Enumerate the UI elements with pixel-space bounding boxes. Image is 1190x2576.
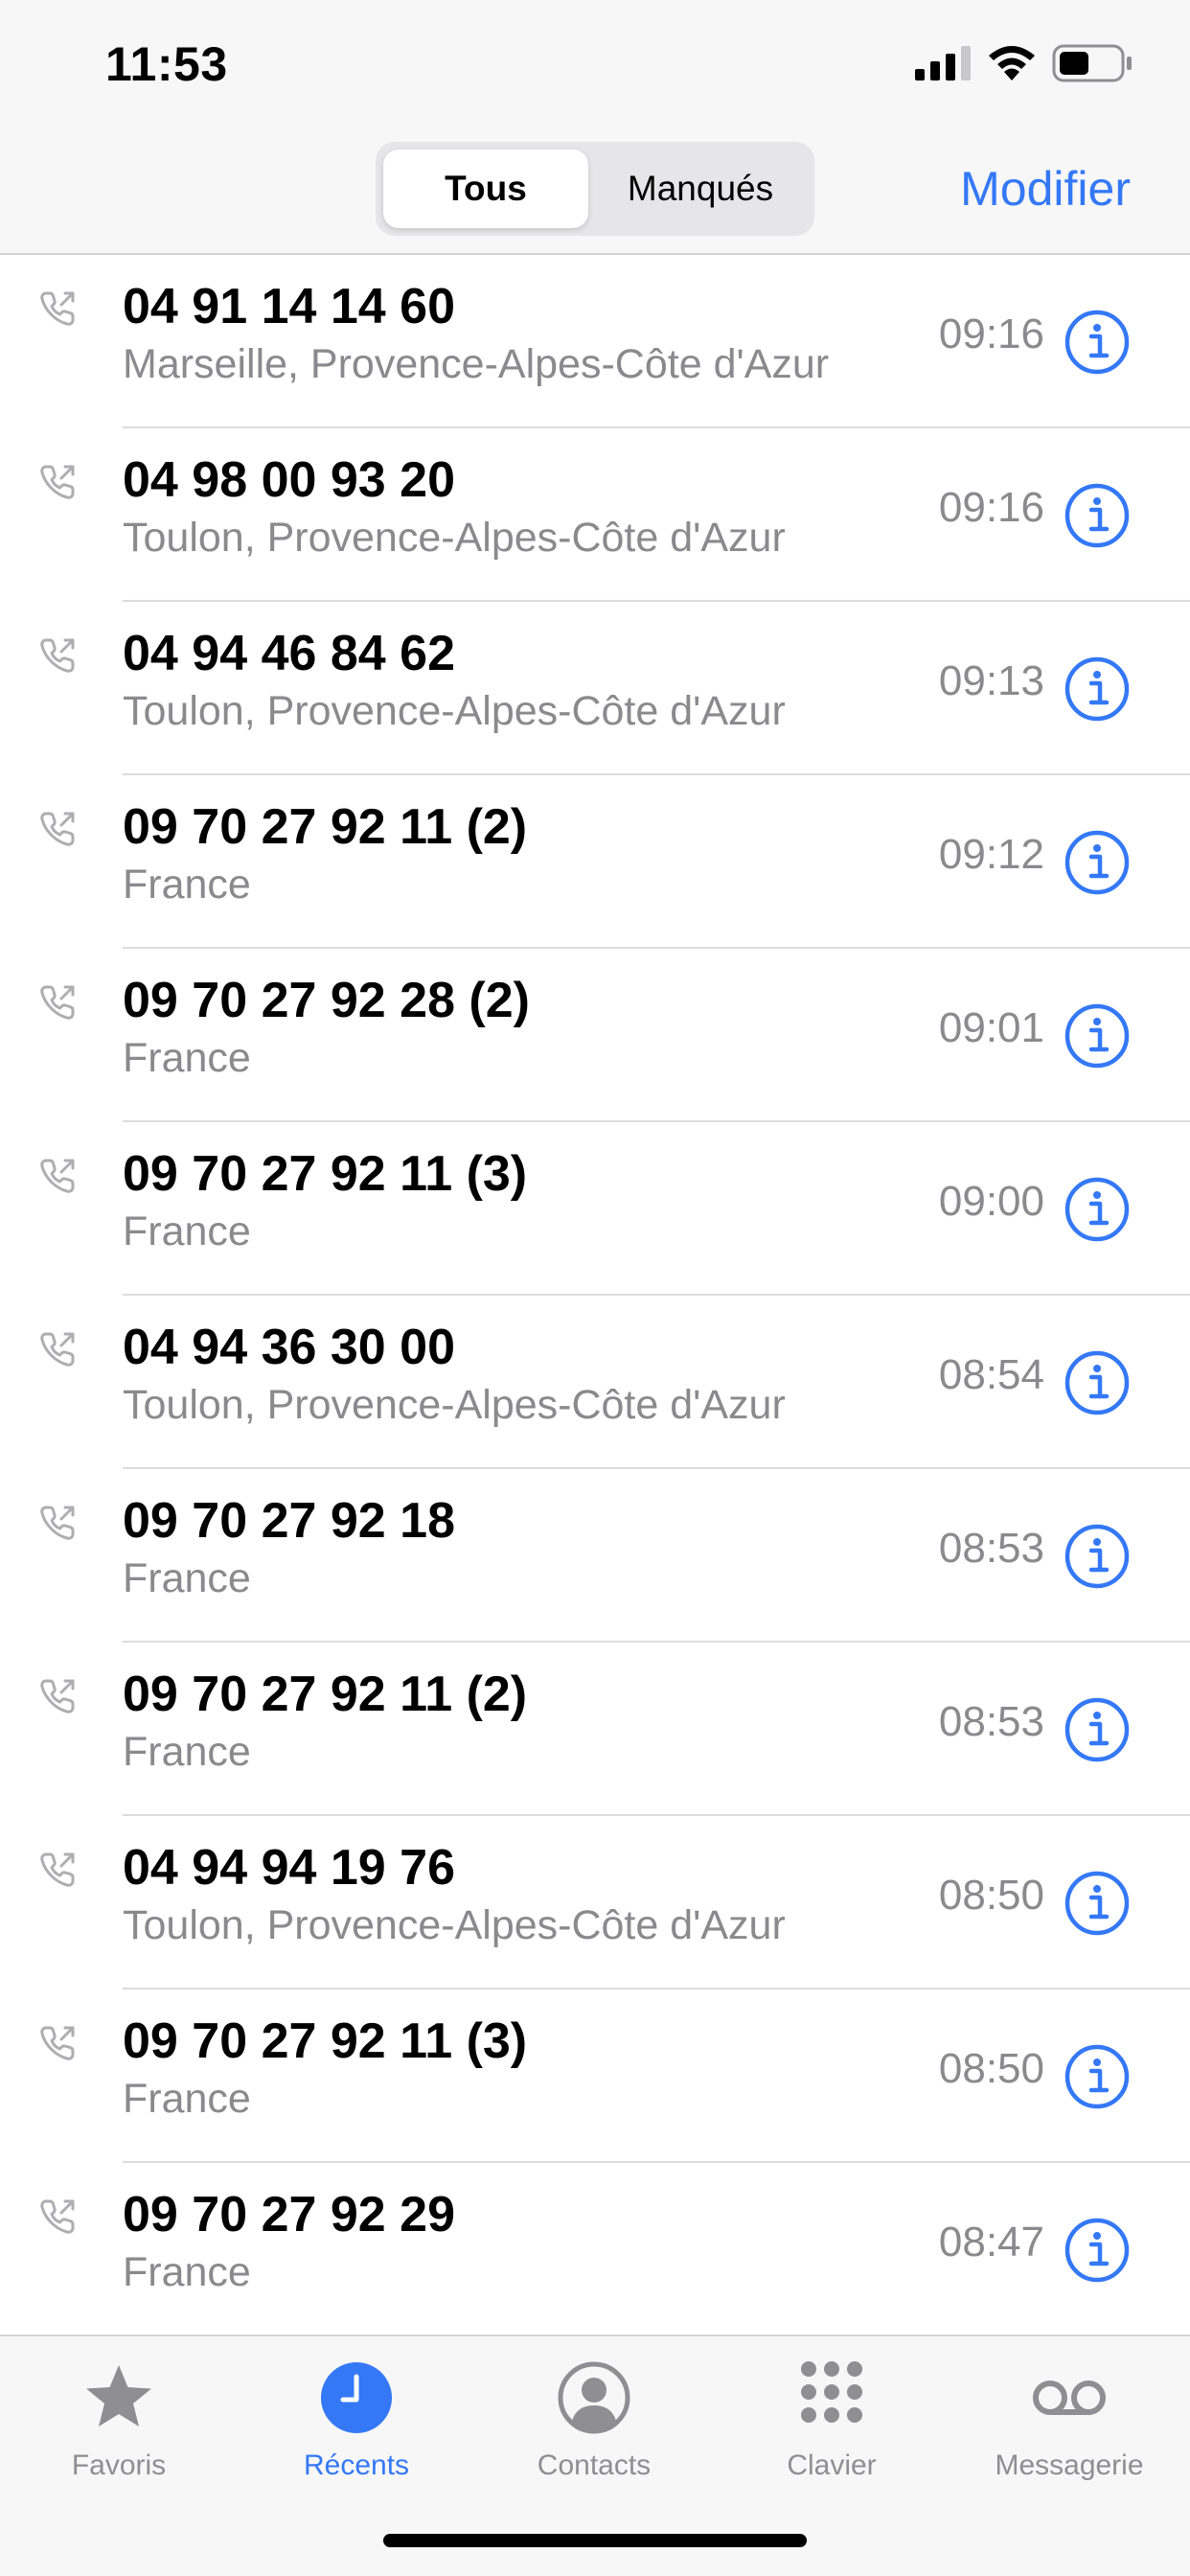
caller-location: France [123,1555,251,1601]
caller-number: 04 94 94 19 76 [123,1840,455,1896]
caller-number: 09 70 27 92 11 (3) [123,1146,528,1202]
info-icon[interactable] [1064,1349,1131,1416]
call-row[interactable]: 09 70 27 92 18 France 08:53 [0,1469,1190,1643]
person-circle-icon [558,2361,630,2434]
recent-calls-list: 04 91 14 14 60 Marseille, Provence-Alpes… [0,255,1190,2333]
outgoing-call-icon [40,985,75,1020]
outgoing-call-icon [40,1332,75,1367]
info-icon[interactable] [1064,2217,1131,2284]
call-row[interactable]: 09 70 27 92 11 (3) France 08:50 [0,1990,1190,2163]
outgoing-call-icon [40,1679,75,1714]
caller-number: 09 70 27 92 11 (2) [123,799,528,855]
info-icon[interactable] [1064,829,1131,896]
outgoing-call-icon [40,1852,75,1887]
caller-number: 09 70 27 92 18 [123,1493,455,1549]
caller-location: Marseille, Provence-Alpes-Côte d'Azur [123,341,830,387]
calls-filter-segmented-control: Tous Manqués [376,142,814,236]
caller-location: France [123,2076,251,2122]
caller-location: France [123,1035,251,1081]
caller-number: 04 98 00 93 20 [123,452,455,508]
outgoing-call-icon [40,1159,75,1193]
call-row[interactable]: 09 70 27 92 11 (2) France 09:12 [0,775,1190,949]
outgoing-call-icon [40,638,75,673]
caller-number: 09 70 27 92 29 [123,2187,455,2242]
tab-keypad[interactable]: Clavier [713,2350,950,2503]
caller-number: 04 94 36 30 00 [123,1320,455,1375]
tab-voicemail[interactable]: Messagerie [950,2350,1188,2503]
call-time: 09:00 [938,1178,1044,1225]
caller-number: 09 70 27 92 11 (2) [123,1667,528,1722]
tab-label: Favoris [71,2450,167,2481]
info-icon[interactable] [1064,1523,1131,1590]
info-icon[interactable] [1064,1870,1131,1937]
tab-recents[interactable]: Récents [238,2350,475,2503]
segment-missed[interactable]: Manqués [594,150,807,228]
caller-location: France [123,862,251,908]
call-time: 09:16 [938,310,1044,357]
caller-location: Toulon, Provence-Alpes-Côte d'Azur [123,688,786,734]
call-row[interactable]: 09 70 27 92 11 (2) France 08:53 [0,1643,1190,1816]
cellular-signal-icon [915,46,971,80]
caller-number: 04 94 46 84 62 [123,626,455,681]
call-row[interactable]: 09 70 27 92 11 (3) France 09:00 [0,1122,1190,1296]
call-time: 09:13 [938,657,1044,704]
caller-location: France [123,2249,251,2295]
call-row[interactable]: 04 94 94 19 76 Toulon, Provence-Alpes-Cô… [0,1816,1190,1990]
top-bar: 11:53 Tous Manqués Modifier [0,0,1190,255]
info-icon[interactable] [1064,482,1131,549]
tab-favorites[interactable]: Favoris [0,2350,238,2503]
tab-label: Récents [303,2450,410,2481]
caller-location: Toulon, Provence-Alpes-Côte d'Azur [123,1902,786,1948]
call-time: 08:50 [938,2045,1044,2092]
outgoing-call-icon [40,812,75,846]
caller-location: France [123,1729,251,1775]
call-row[interactable]: 04 94 36 30 00 Toulon, Provence-Alpes-Cô… [0,1296,1190,1469]
call-time: 08:53 [938,1525,1044,1572]
outgoing-call-icon [40,1506,75,1540]
outgoing-call-icon [40,465,75,499]
call-time: 09:01 [938,1004,1044,1051]
clock-icon [321,2362,392,2433]
call-time: 08:54 [938,1351,1044,1398]
status-time: 11:53 [105,37,228,91]
info-icon[interactable] [1064,1696,1131,1763]
caller-number: 09 70 27 92 11 (3) [123,2013,528,2069]
tab-label: Clavier [787,2450,877,2481]
tab-contacts[interactable]: Contacts [475,2350,713,2503]
edit-button[interactable]: Modifier [960,161,1131,217]
call-row[interactable]: 09 70 27 92 29 France 08:47 [0,2163,1190,2333]
caller-number: 09 70 27 92 28 (2) [123,973,530,1028]
battery-icon [1052,44,1132,82]
caller-number: 04 91 14 14 60 [123,279,455,334]
call-time: 08:53 [938,1698,1044,1745]
star-icon [86,2365,151,2426]
tab-label: Messagerie [995,2450,1144,2481]
info-icon[interactable] [1064,1176,1131,1243]
caller-location: Toulon, Provence-Alpes-Côte d'Azur [123,515,786,561]
call-time: 09:16 [938,484,1044,531]
tab-label: Contacts [537,2450,652,2481]
outgoing-call-icon [40,2199,75,2234]
info-icon[interactable] [1064,309,1131,376]
outgoing-call-icon [40,2026,75,2060]
info-icon[interactable] [1064,1002,1131,1070]
call-row[interactable]: 09 70 27 92 28 (2) France 09:01 [0,949,1190,1122]
call-time: 09:12 [938,831,1044,878]
home-indicator [383,2534,807,2547]
call-row[interactable]: 04 94 46 84 62 Toulon, Provence-Alpes-Cô… [0,602,1190,775]
segment-all[interactable]: Tous [383,150,588,228]
outgoing-call-icon [40,291,75,326]
info-icon[interactable] [1064,656,1131,723]
voicemail-icon [1033,2380,1106,2415]
caller-location: France [123,1208,251,1254]
call-row[interactable]: 04 98 00 93 20 Toulon, Provence-Alpes-Cô… [0,428,1190,602]
call-row[interactable]: 04 91 14 14 60 Marseille, Provence-Alpes… [0,255,1190,428]
phone-recents-screen: 11:53 Tous Manqués Modifier 04 91 14 14 … [0,0,1190,2576]
wifi-icon [989,46,1035,80]
caller-location: Toulon, Provence-Alpes-Côte d'Azur [123,1382,786,1428]
call-time: 08:50 [938,1872,1044,1919]
call-time: 08:47 [938,2219,1044,2266]
info-icon[interactable] [1064,2043,1131,2110]
keypad-icon [801,2361,862,2423]
